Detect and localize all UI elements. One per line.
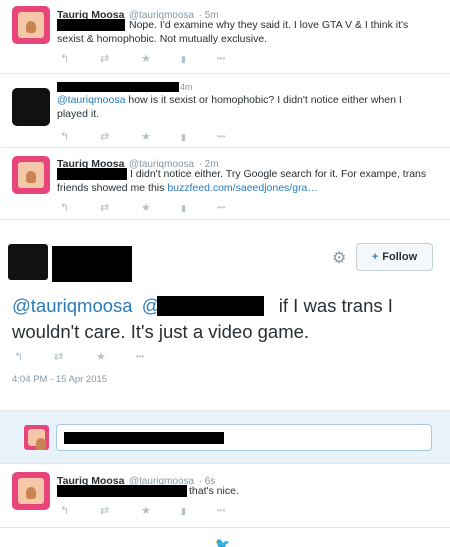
tweet-timestamp[interactable]: 4:04 PM - 15 Apr 2015 [12,374,107,385]
more-icon[interactable]: ••• [217,504,225,518]
follow-label: Follow [382,251,418,263]
avatar[interactable] [12,472,50,510]
reply-icon[interactable]: ↰ [60,504,69,518]
focused-text-line2: wouldn't care. It's just a video game. [12,321,310,342]
tweet-text-line2: played it. [57,108,100,120]
more-icon[interactable]: ••• [217,52,225,66]
tweet-text: that's nice. [189,485,239,497]
reply-input[interactable] [56,424,432,451]
tweet-text-line1: I didn't notice either. Try Google searc… [130,168,427,180]
retweet-icon[interactable]: ⇄ [100,201,109,215]
redacted-block [57,485,187,497]
favorite-icon[interactable]: ★ [141,130,151,144]
tweet-text-line2: sexist & homophobic. Not mutually exclus… [57,33,268,45]
external-link[interactable]: buzzfeed.com/saeedjones/gra… [167,182,318,194]
avatar[interactable] [12,156,50,194]
gear-icon[interactable]: ⚙ [332,248,346,268]
redacted-block [64,432,224,444]
follow-button[interactable]: + Follow [356,243,433,271]
stats-icon[interactable]: ▮ [181,504,186,518]
avatar[interactable] [8,244,48,280]
favorite-icon[interactable]: ★ [141,504,151,518]
retweet-icon[interactable]: ⇄ [100,52,109,66]
stats-icon[interactable]: ▮ [181,130,186,144]
tweet-reply[interactable]: Tauriq Moosa @tauriqmoosa · 6s that's ni… [0,464,450,528]
redacted-block [157,296,264,316]
more-icon[interactable]: ••• [217,130,225,144]
tweet-text-line1: Nope. I'd examine why they said it. I lo… [129,19,409,31]
tweet-text-line2: friends showed me this buzzfeed.com/saee… [57,181,318,195]
avatar [24,425,49,450]
bird-icon: 🐦 [215,537,230,547]
stats-icon[interactable]: ▮ [181,52,186,66]
reply-box [0,410,450,464]
redacted-block [57,82,179,92]
reply-icon[interactable]: ↰ [60,130,69,144]
follow-plus-icon: + [371,251,379,263]
reply-icon[interactable]: ↰ [60,52,69,66]
tweet-1[interactable]: Tauriq Moosa @tauriqmoosa · 5m Nope. I'd… [0,0,450,74]
reply-icon[interactable]: ↰ [60,201,69,215]
favorite-icon[interactable]: ★ [141,52,151,66]
tweet-2[interactable]: 4m @tauriqmoosa how is it sexist or homo… [0,74,450,148]
more-icon[interactable]: ••• [136,350,144,364]
favorite-icon[interactable]: ★ [96,350,106,364]
retweet-icon[interactable]: ⇄ [100,130,109,144]
mention-link[interactable]: @tauriqmoosa [12,295,133,316]
redacted-block [57,19,125,31]
tweet-time[interactable]: 4m [180,82,193,92]
redacted-block [52,246,132,282]
focused-text: if I was trans I [273,295,393,316]
tweet-text: friends showed me this [57,182,168,194]
tweet-text: how is it sexist or homophobic? I didn't… [125,94,402,106]
avatar[interactable] [12,6,50,44]
tweet-text-line1: @tauriqmoosa how is it sexist or homopho… [57,93,402,107]
more-icon[interactable]: ••• [217,201,225,215]
stats-icon[interactable]: ▮ [181,201,186,215]
retweet-icon[interactable]: ⇄ [54,350,63,364]
retweet-icon[interactable]: ⇄ [100,504,109,518]
reply-icon[interactable]: ↰ [14,350,23,364]
redacted-block [57,168,127,180]
favorite-icon[interactable]: ★ [141,201,151,215]
avatar[interactable] [12,88,50,126]
mention-link[interactable]: @tauriqmoosa [57,94,125,106]
tweet-3[interactable]: Tauriq Moosa @tauriqmoosa · 2m I didn't … [0,148,450,220]
